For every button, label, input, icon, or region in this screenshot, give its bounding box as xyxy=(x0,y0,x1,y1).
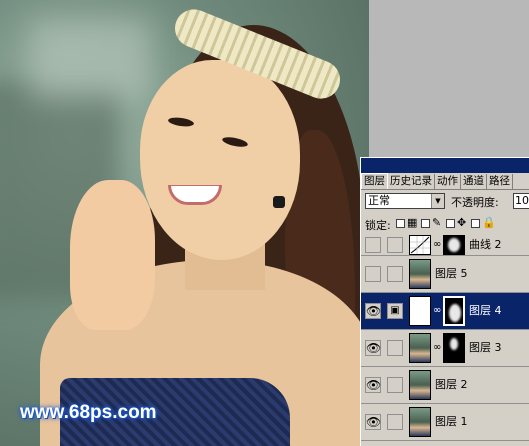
layer-row-curves-2[interactable]: ∞ 曲线 2 xyxy=(361,234,529,256)
layer-name: 图层 1 xyxy=(435,415,468,428)
layer-name: 图层 3 xyxy=(469,341,502,354)
eye-icon[interactable]: 👁 xyxy=(365,303,381,319)
mask-link-icon[interactable]: ∞ xyxy=(433,304,441,318)
layer-thumbnail xyxy=(409,407,431,437)
brush-icon[interactable]: ▣ xyxy=(387,303,403,319)
lock-all-checkbox[interactable] xyxy=(471,219,480,228)
tab-paths[interactable]: 路径 xyxy=(487,174,513,189)
layer-link-toggle[interactable] xyxy=(387,236,403,253)
lock-image-checkbox[interactable] xyxy=(421,219,430,228)
watermark-text: www.68ps.com xyxy=(20,402,157,423)
tab-channels[interactable]: 通道 xyxy=(461,174,487,189)
opacity-label: 不透明度: xyxy=(451,196,499,209)
layer-link-toggle[interactable] xyxy=(387,266,403,282)
blend-mode-value: 正常 xyxy=(368,194,390,207)
lock-label: 锁定: xyxy=(365,219,391,232)
hand xyxy=(70,180,155,330)
opacity-input[interactable]: 10% xyxy=(513,193,529,209)
lock-row: 锁定: ▦ ✎ ✥ 🔒 xyxy=(365,216,529,232)
layer-name: 图层 5 xyxy=(435,267,468,280)
lock-all-icon: 🔒 xyxy=(482,216,496,229)
blend-mode-select[interactable]: 正常 ▼ xyxy=(365,193,445,209)
photo-canvas[interactable]: www.68ps.com xyxy=(0,0,369,446)
tab-layers[interactable]: 图层 xyxy=(361,173,388,189)
chevron-down-icon[interactable]: ▼ xyxy=(431,194,444,208)
layer-mask-thumbnail[interactable] xyxy=(443,333,465,363)
eye-icon[interactable]: 👁 xyxy=(365,340,381,356)
lock-transparent-icon: ▦ xyxy=(407,216,418,229)
layer-thumbnail xyxy=(409,370,431,400)
lock-move-checkbox[interactable] xyxy=(446,219,455,228)
panel-titlebar[interactable] xyxy=(361,158,529,173)
earring xyxy=(273,196,285,208)
layer-link-toggle[interactable] xyxy=(387,414,403,430)
layer-row-4[interactable]: 👁 ▣ ∞ 图层 4 xyxy=(361,293,529,330)
layer-link-toggle[interactable] xyxy=(387,377,403,393)
tab-actions[interactable]: 动作 xyxy=(435,174,461,189)
layer-mask-thumbnail[interactable] xyxy=(443,296,465,326)
layer-thumbnail xyxy=(409,333,431,363)
face xyxy=(140,60,300,260)
lock-move-icon: ✥ xyxy=(457,216,467,229)
curves-adjustment-icon xyxy=(409,234,431,255)
lock-transparent-checkbox[interactable] xyxy=(396,219,405,228)
layer-row-3[interactable]: 👁 ∞ 图层 3 xyxy=(361,330,529,367)
layer-thumbnail xyxy=(409,259,431,289)
layer-mask-thumbnail[interactable] xyxy=(443,234,465,255)
layer-name: 图层 2 xyxy=(435,378,468,391)
layer-name: 曲线 2 xyxy=(469,237,502,251)
layers-panel: 图层历史记录动作通道路径 正常 ▼ 不透明度: 10% 锁定: ▦ ✎ ✥ 🔒 … xyxy=(360,157,529,446)
mask-link-icon[interactable]: ∞ xyxy=(433,238,441,252)
layers-list: ∞ 曲线 2 图层 5 👁 ▣ ∞ 图层 4 👁 ∞ 图层 3 👁 图层 2 👁… xyxy=(361,234,529,441)
layer-row-1[interactable]: 👁 图层 1 xyxy=(361,404,529,441)
panel-tabs: 图层 历史记录 动作 通道 路径 xyxy=(361,173,529,190)
visibility-toggle[interactable] xyxy=(365,236,381,253)
layer-thumbnail xyxy=(409,296,431,326)
mask-link-icon[interactable]: ∞ xyxy=(433,341,441,355)
layer-row-5[interactable]: 图层 5 xyxy=(361,256,529,293)
blend-row: 正常 ▼ 不透明度: 10% xyxy=(365,193,529,211)
layer-name: 图层 4 xyxy=(469,304,502,317)
layer-link-toggle[interactable] xyxy=(387,340,403,356)
eye-icon[interactable]: 👁 xyxy=(365,377,381,393)
tab-history[interactable]: 历史记录 xyxy=(388,174,435,189)
eye-icon[interactable]: 👁 xyxy=(365,414,381,430)
visibility-toggle[interactable] xyxy=(365,266,381,282)
lock-brush-icon: ✎ xyxy=(432,216,442,229)
layer-row-2[interactable]: 👁 图层 2 xyxy=(361,367,529,404)
background-highlight xyxy=(30,20,150,100)
